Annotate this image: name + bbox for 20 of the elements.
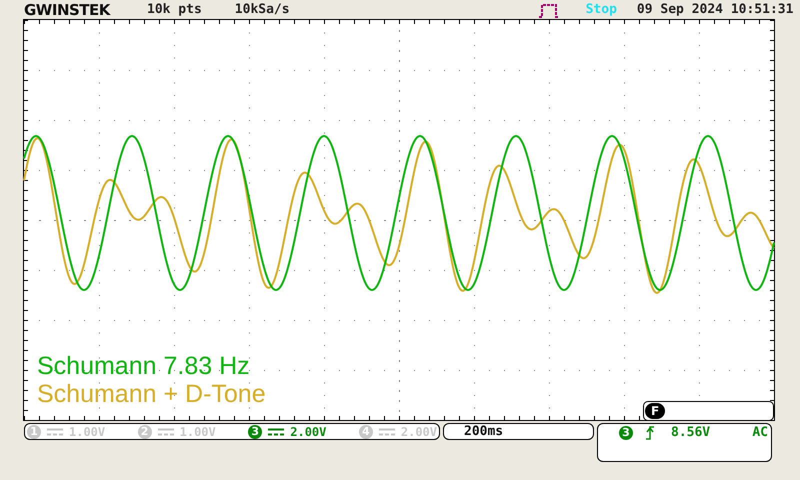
trace-label: Schumann + D-Tone [37, 380, 266, 408]
trigger-coupling: AC [752, 425, 768, 440]
sample-rate: 10kSa/s [234, 2, 290, 17]
trigger-source: 3 [619, 426, 633, 440]
pulse-icon [538, 2, 560, 18]
timebase-value: 200ms [464, 424, 504, 439]
record-length: 10k pts [147, 2, 202, 17]
trace-label: Schumann 7.83 Hz [37, 352, 251, 380]
date-time: 09 Sep 2024 10:51:31 [636, 2, 794, 17]
function-badge: F [645, 403, 666, 419]
brand-logo: GWINSTEK [24, 0, 112, 18]
dc-coupling-icon [158, 428, 174, 436]
dc-coupling-icon [378, 428, 395, 436]
rising-edge-icon [645, 426, 655, 440]
dc-coupling-icon [268, 428, 284, 436]
channel-number[interactable]: 3 [248, 424, 262, 438]
run-state: Stop [586, 2, 617, 17]
channel-scale: 2.00V [290, 424, 326, 438]
trigger-level: 8.56V [671, 425, 710, 440]
dc-coupling-icon [47, 428, 63, 436]
